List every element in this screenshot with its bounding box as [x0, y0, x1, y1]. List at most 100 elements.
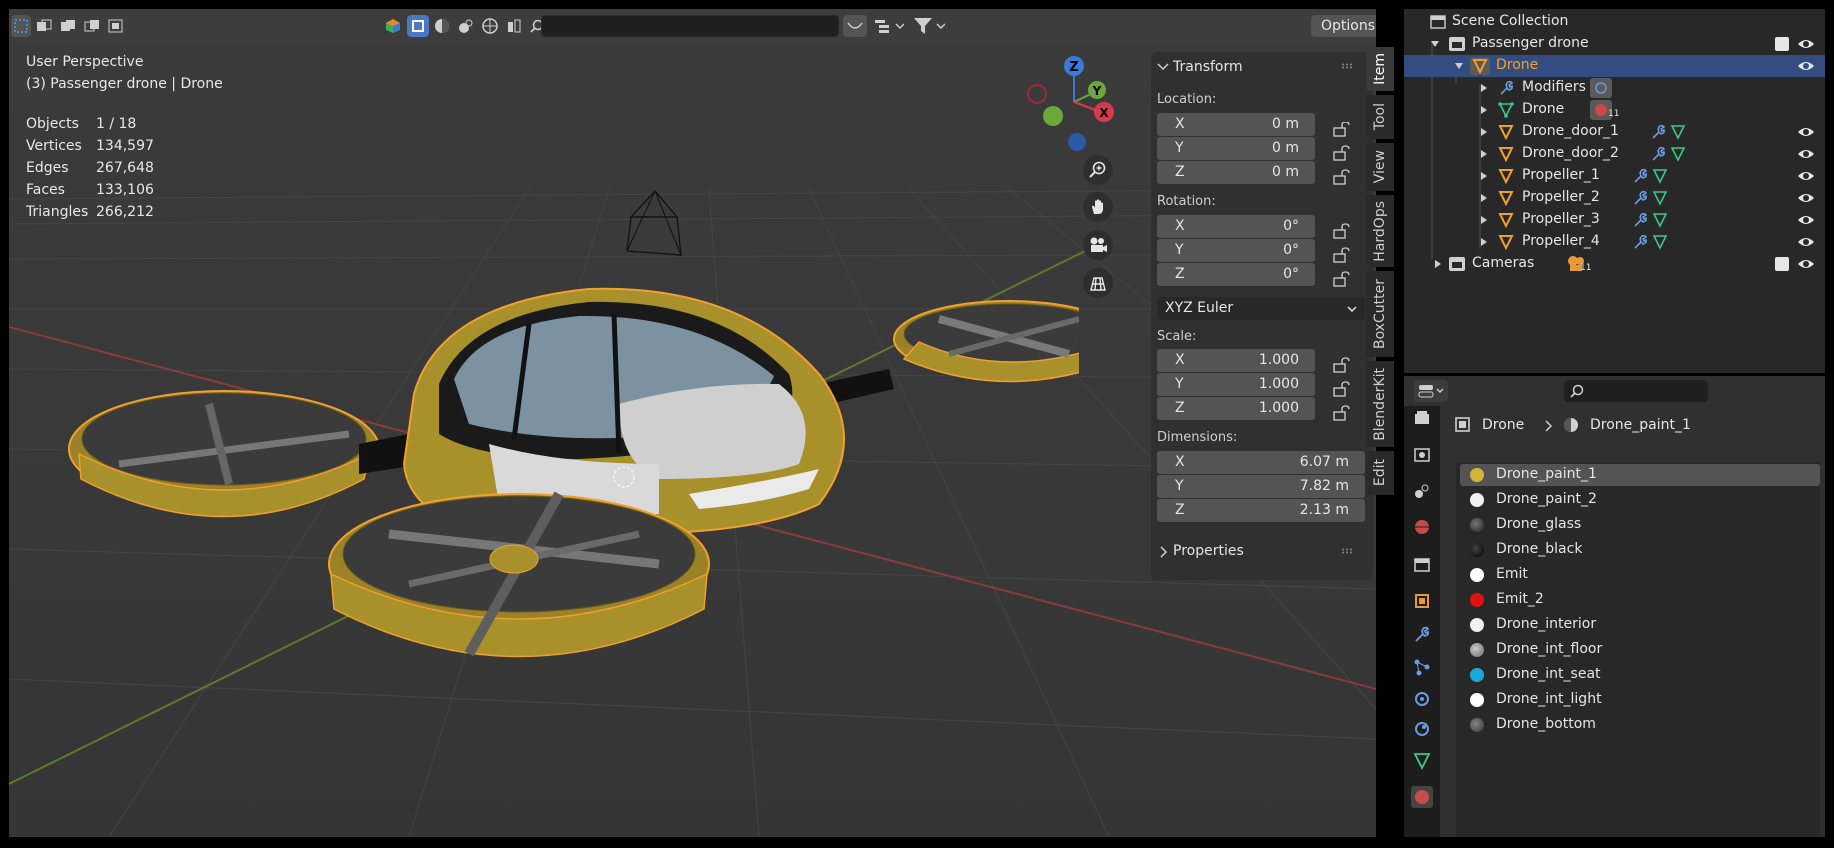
wireframe-toggle-icon[interactable]	[407, 15, 429, 37]
rotation-x-field[interactable]: X 0°	[1157, 215, 1315, 238]
outliner-row-cameras[interactable]: Cameras 11	[1404, 253, 1825, 275]
scale-y-field[interactable]: Y 1.000	[1157, 373, 1315, 396]
location-y-field[interactable]: Y0 m	[1157, 137, 1315, 160]
solid-shading-icon[interactable]	[431, 15, 453, 37]
pan-button[interactable]	[1083, 192, 1113, 222]
tab-item[interactable]: Item	[1366, 47, 1394, 91]
chevron-down-icon[interactable]	[1430, 40, 1440, 48]
properties-search-input[interactable]	[1564, 380, 1708, 402]
location-z-field[interactable]: Z0 m	[1157, 161, 1315, 184]
world-properties-icon[interactable]	[1413, 518, 1431, 536]
rendered-shading-icon[interactable]	[479, 15, 501, 37]
outliner-row-propeller-4[interactable]: Propeller_4	[1404, 231, 1825, 253]
location-x-field[interactable]: X0 m	[1157, 113, 1315, 136]
view-layer-icon[interactable]	[1413, 482, 1431, 500]
outliner-row-drone-door-1[interactable]: Drone_door_1	[1404, 121, 1825, 143]
3d-viewport[interactable]: Options User Perspective (3) Passenger d…	[9, 9, 1376, 837]
navigation-gizmo[interactable]: Z Y X	[1019, 54, 1119, 164]
camera-view-button[interactable]	[1083, 230, 1113, 260]
material-preview-icon[interactable]	[455, 15, 477, 37]
material-slot-drone-paint-2[interactable]: Drone_paint_2	[1460, 489, 1820, 511]
outliner-row-modifiers[interactable]: Modifiers	[1404, 77, 1825, 99]
chevron-right-icon[interactable]	[1159, 546, 1169, 558]
outliner-row-drone-mesh[interactable]: Drone 11	[1404, 99, 1825, 121]
zoom-button[interactable]	[1083, 155, 1113, 185]
collection-exclude-checkbox[interactable]	[1775, 257, 1789, 271]
select-intersect-icon[interactable]	[105, 15, 127, 37]
chevron-down-icon[interactable]	[1157, 62, 1169, 72]
chevron-right-icon[interactable]	[1434, 259, 1442, 269]
viewport-search-input[interactable]	[541, 15, 839, 37]
chevron-right-icon[interactable]	[1480, 193, 1488, 203]
tab-blenderkit[interactable]: BlenderKit	[1366, 361, 1394, 447]
shading-options-icon[interactable]	[503, 15, 525, 37]
outliner-row-propeller-3[interactable]: Propeller_3	[1404, 209, 1825, 231]
tab-hardops[interactable]: HardOps	[1366, 195, 1394, 267]
tab-view[interactable]: View	[1366, 143, 1394, 191]
material-slot-drone-black[interactable]: Drone_black	[1460, 539, 1820, 561]
select-box-mode-icon[interactable]	[11, 15, 31, 37]
eye-icon[interactable]	[1797, 213, 1815, 227]
rotation-y-field[interactable]: Y 0°	[1157, 239, 1315, 262]
rotation-z-field[interactable]: Z 0°	[1157, 263, 1315, 286]
chevron-right-icon[interactable]	[1480, 171, 1488, 181]
outliner-row-propeller-1[interactable]: Propeller_1	[1404, 165, 1825, 187]
outliner-row-propeller-2[interactable]: Propeller_2	[1404, 187, 1825, 209]
drone-model[interactable]	[59, 264, 1079, 724]
tab-boxcutter[interactable]: BoxCutter	[1366, 271, 1394, 357]
object-properties-icon[interactable]	[1413, 592, 1431, 610]
material-slot-drone-paint-1[interactable]: Drone_paint_1	[1460, 464, 1820, 486]
editor-type-button[interactable]	[1414, 380, 1448, 402]
eye-icon[interactable]	[1797, 169, 1815, 183]
chevron-right-icon[interactable]	[1480, 215, 1488, 225]
material-slot-drone-bottom[interactable]: Drone_bottom	[1460, 714, 1820, 736]
options-button[interactable]: Options	[1311, 15, 1376, 37]
filter-icon[interactable]	[911, 15, 947, 37]
chevron-right-icon[interactable]	[1480, 127, 1488, 137]
material-slot-drone-int-floor[interactable]: Drone_int_floor	[1460, 639, 1820, 661]
outliner-row-drone[interactable]: Drone	[1404, 55, 1825, 77]
proportional-editing-icon[interactable]	[843, 15, 867, 37]
particles-icon[interactable]	[1413, 658, 1431, 676]
eye-icon[interactable]	[1797, 37, 1815, 51]
eye-icon[interactable]	[1797, 257, 1815, 271]
outliner-row-passenger-drone[interactable]: Passenger drone	[1404, 33, 1825, 55]
material-slot-drone-int-light[interactable]: Drone_int_light	[1460, 689, 1820, 711]
material-slot-emit[interactable]: Emit	[1460, 564, 1820, 586]
chevron-down-icon[interactable]	[1454, 62, 1464, 70]
collection-properties-icon[interactable]	[1413, 556, 1431, 574]
modifier-properties-icon[interactable]	[1413, 626, 1431, 644]
outliner-row-drone-door-2[interactable]: Drone_door_2	[1404, 143, 1825, 165]
drag-handle-icon[interactable]	[1341, 63, 1355, 69]
tab-tool[interactable]: Tool	[1366, 95, 1394, 139]
material-properties-icon[interactable]	[1411, 786, 1433, 808]
properties-panel-title[interactable]: Properties	[1173, 543, 1244, 559]
transform-panel-title[interactable]: Transform	[1173, 59, 1243, 75]
eye-icon[interactable]	[1797, 59, 1815, 73]
render-properties-icon[interactable]	[1413, 410, 1431, 428]
chevron-right-icon[interactable]	[1480, 149, 1488, 159]
camera-object[interactable]	[609, 179, 689, 259]
collection-exclude-checkbox[interactable]	[1775, 37, 1789, 51]
eye-icon[interactable]	[1797, 125, 1815, 139]
transform-pivot-icon[interactable]	[871, 15, 907, 37]
chevron-right-icon[interactable]	[1480, 83, 1488, 93]
mesh-data-properties-icon[interactable]	[1413, 752, 1431, 770]
select-subtract-icon[interactable]	[81, 15, 103, 37]
output-properties-icon[interactable]	[1413, 446, 1431, 464]
material-slot-drone-int-seat[interactable]: Drone_int_seat	[1460, 664, 1820, 686]
physics-icon[interactable]	[1413, 690, 1431, 708]
chevron-right-icon[interactable]	[1480, 105, 1488, 115]
ortho-toggle-button[interactable]	[1083, 268, 1113, 298]
select-extend-icon[interactable]	[57, 15, 79, 37]
chevron-right-icon[interactable]	[1480, 237, 1488, 247]
material-slot-drone-interior[interactable]: Drone_interior	[1460, 614, 1820, 636]
outliner-row-scene-collection[interactable]: Scene Collection	[1404, 11, 1825, 33]
eye-icon[interactable]	[1797, 191, 1815, 205]
object-types-visibility-icon[interactable]	[383, 15, 403, 37]
material-slot-emit-2[interactable]: Emit_2	[1460, 589, 1820, 611]
tab-edit[interactable]: Edit	[1366, 451, 1394, 495]
eye-icon[interactable]	[1797, 235, 1815, 249]
constraints-icon[interactable]	[1413, 720, 1431, 738]
eye-icon[interactable]	[1797, 147, 1815, 161]
